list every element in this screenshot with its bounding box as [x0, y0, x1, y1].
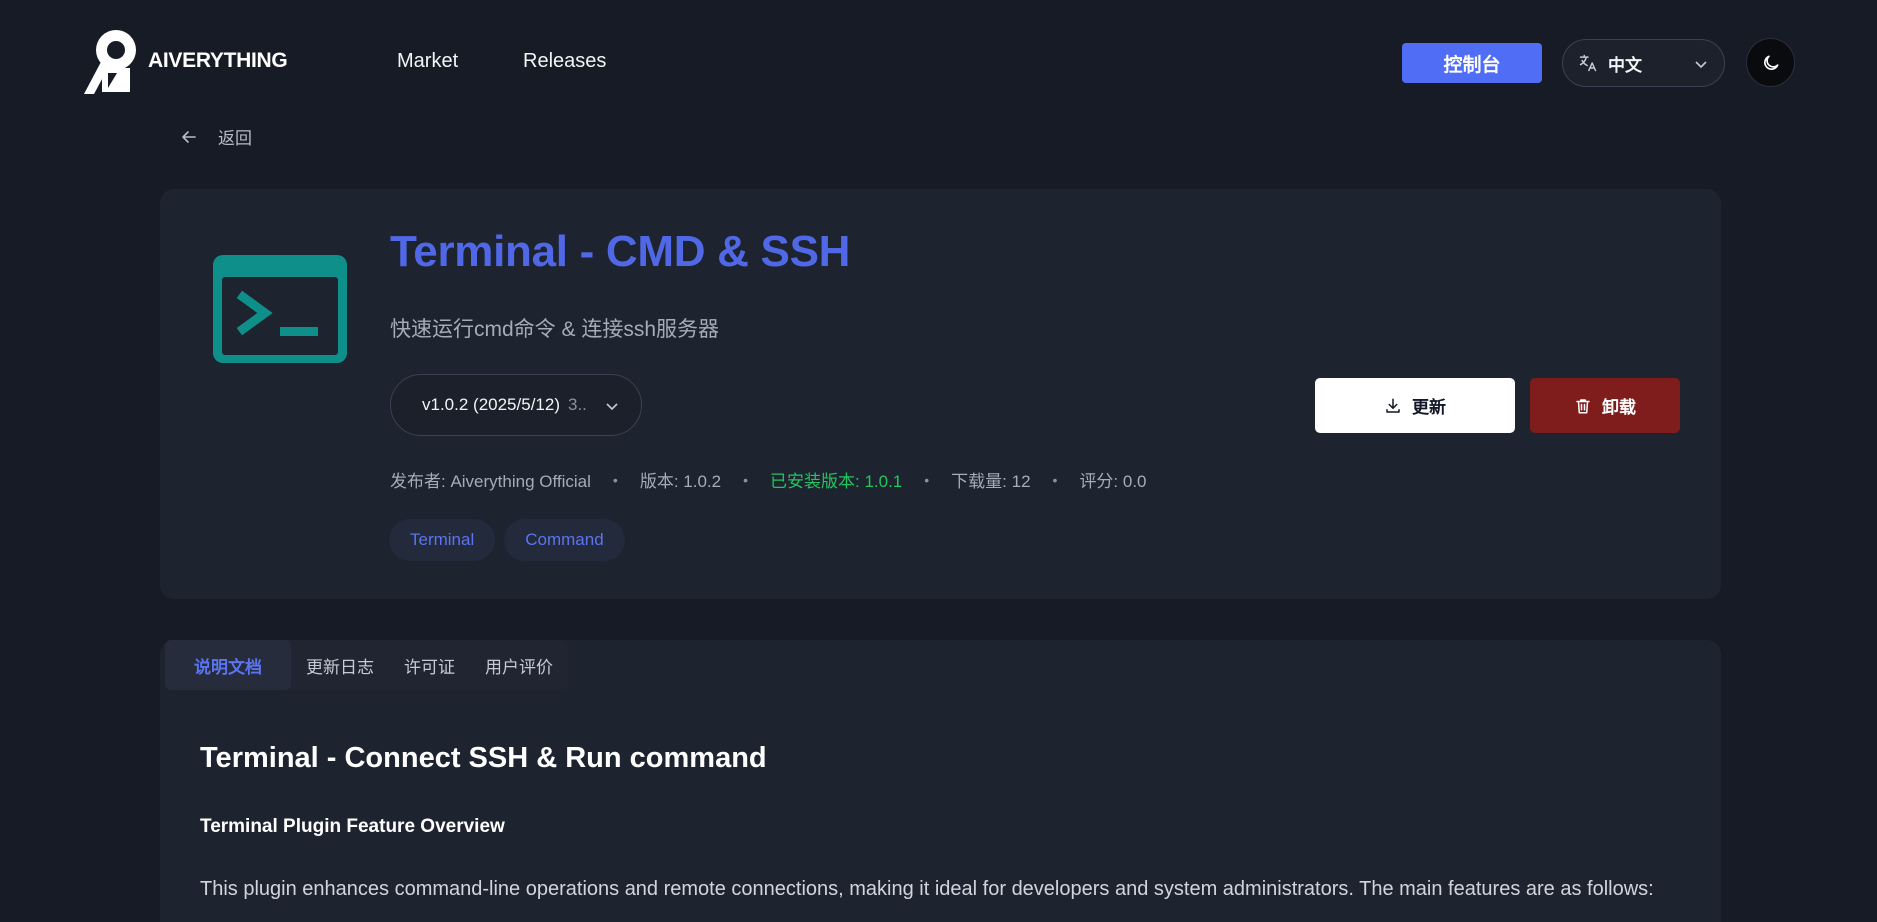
version-select[interactable]: v1.0.2 (2025/5/12) 3..	[390, 374, 642, 436]
meta-separator: •	[1052, 471, 1058, 488]
moon-icon	[1763, 55, 1778, 70]
meta-separator: •	[924, 471, 930, 488]
docs-panel: 说明文档 更新日志 许可证 用户评价 Terminal - Connect SS…	[160, 640, 1721, 922]
language-select[interactable]: 中文	[1562, 39, 1725, 87]
meta-separator: •	[743, 471, 748, 488]
language-label: 中文	[1608, 55, 1642, 75]
doc-paragraph: This plugin enhances command-line operat…	[200, 878, 1654, 900]
uninstall-button[interactable]: 卸载	[1530, 378, 1680, 433]
tag-list: Terminal Command	[389, 519, 634, 561]
docs-tabs: 说明文档 更新日志 许可证 用户评价	[165, 640, 568, 690]
back-label: 返回	[218, 129, 252, 148]
theme-toggle-button[interactable]	[1746, 38, 1795, 87]
translate-icon	[1579, 54, 1597, 72]
brand-logo[interactable]: AIVERYTHING	[84, 28, 288, 94]
trash-icon	[1576, 398, 1590, 413]
plugin-meta: 发布者: Aiverything Official • 版本: 1.0.2 • …	[390, 467, 1147, 492]
nav-market[interactable]: Market	[397, 50, 458, 73]
tag-command[interactable]: Command	[504, 519, 625, 561]
tag-terminal[interactable]: Terminal	[389, 519, 496, 561]
chevron-down-icon	[605, 399, 619, 413]
nav-releases[interactable]: Releases	[523, 50, 606, 73]
plugin-description: 快速运行cmd命令 & 连接ssh服务器	[390, 318, 720, 341]
tab-reviews[interactable]: 用户评价	[470, 640, 568, 690]
update-button[interactable]: 更新	[1315, 378, 1515, 433]
meta-version: 版本: 1.0.2	[639, 472, 722, 491]
meta-separator: •	[612, 471, 618, 488]
meta-rating: 评分: 0.0	[1079, 472, 1147, 491]
plugin-title: Terminal - CMD & SSH	[390, 227, 851, 276]
version-extra: 3..	[567, 395, 587, 414]
update-label: 更新	[1412, 398, 1446, 417]
chevron-down-icon	[1695, 61, 1707, 69]
back-link[interactable]: 返回	[180, 124, 252, 149]
top-header: AIVERYTHING Market Releases 控制台 中文	[0, 0, 1877, 126]
meta-downloads: 下载量: 12	[951, 472, 1031, 491]
meta-publisher: 发布者: Aiverything Official	[390, 472, 591, 491]
tab-readme[interactable]: 说明文档	[165, 640, 291, 690]
console-button[interactable]: 控制台	[1402, 43, 1542, 83]
terminal-icon	[213, 255, 347, 363]
brand-name: AIVERYTHING	[148, 49, 288, 72]
uninstall-label: 卸载	[1602, 398, 1636, 417]
tab-license[interactable]: 许可证	[389, 640, 470, 690]
plugin-card: Terminal - CMD & SSH 快速运行cmd命令 & 连接ssh服务…	[160, 189, 1721, 599]
arrow-left-icon	[182, 130, 196, 143]
doc-heading: Terminal - Connect SSH & Run command	[200, 742, 767, 774]
logo-icon	[84, 30, 136, 94]
download-icon	[1386, 398, 1400, 413]
version-selected: v1.0.2 (2025/5/12)	[422, 395, 560, 414]
tab-changelog[interactable]: 更新日志	[291, 640, 389, 690]
meta-installed-version: 已安装版本: 1.0.1	[770, 472, 903, 491]
doc-subheading: Terminal Plugin Feature Overview	[200, 816, 505, 837]
